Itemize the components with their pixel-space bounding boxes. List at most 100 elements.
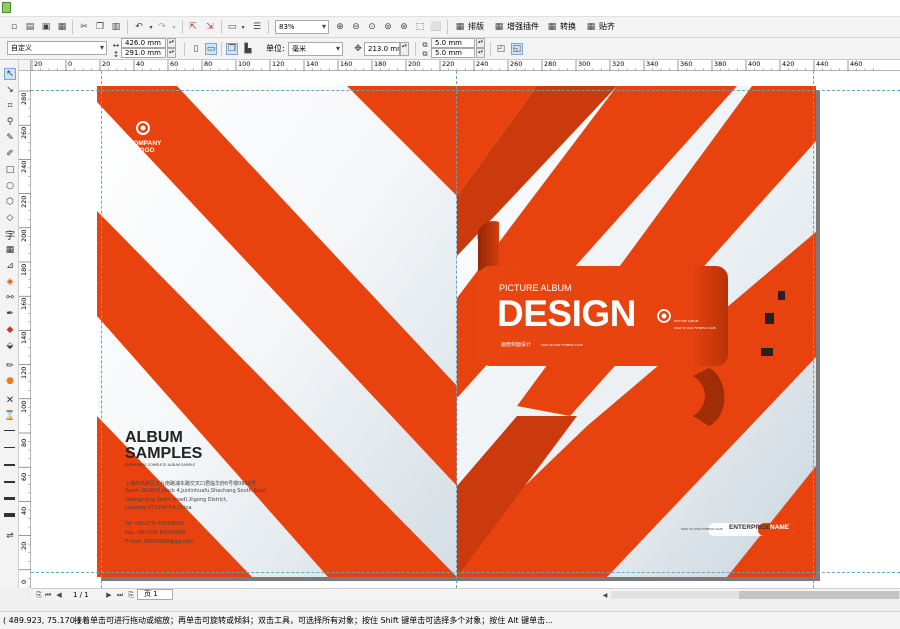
outline-width-2[interactable] xyxy=(4,447,15,448)
outline-pen-tool-icon[interactable]: ✒ xyxy=(4,308,16,320)
v-ruler-label: 80 xyxy=(20,438,28,447)
menu-enhanced-plugins[interactable]: 增强插件 xyxy=(507,20,539,34)
outline-width-1[interactable] xyxy=(4,430,15,431)
launcher-dropdown-icon[interactable]: ▾ xyxy=(237,21,249,33)
fill-tool-icon[interactable]: ◆ xyxy=(4,324,16,336)
scroll-left-icon[interactable]: ◀ xyxy=(599,589,611,601)
table-tool-icon[interactable]: ▦ xyxy=(4,244,16,256)
outline-width-5[interactable] xyxy=(4,497,15,500)
artistic-media-tool-icon[interactable]: ✐ xyxy=(4,148,16,160)
zoom-out-icon[interactable]: ⊖ xyxy=(350,21,362,33)
drawing-canvas[interactable]: COMPANY LOGO PICTURE ALBUM DESIGN 画册封面设计… xyxy=(31,71,900,588)
horizontal-scroll-thumb[interactable] xyxy=(739,591,899,599)
duplicate-y-spinner[interactable]: ▴▾ xyxy=(476,48,485,58)
shape-tool-icon[interactable]: ↘ xyxy=(4,84,16,96)
page-tab[interactable]: 页 1 xyxy=(137,589,173,600)
page-height-field[interactable]: 291.0 mm xyxy=(121,48,166,58)
h-ruler-label: 300 xyxy=(578,60,591,68)
zoom-level-select[interactable]: 83% xyxy=(275,20,329,34)
color-palette-icon[interactable]: ● xyxy=(4,375,16,387)
guideline-top[interactable] xyxy=(31,90,900,91)
freehand-tool-icon[interactable]: ✎ xyxy=(4,132,16,144)
duplicate-x-spinner[interactable]: ▴▾ xyxy=(476,38,485,48)
new-document-icon[interactable]: ▫ xyxy=(8,21,20,33)
zoom-width-icon[interactable]: ⬚ xyxy=(414,21,426,33)
v-ruler-label: 160 xyxy=(20,297,28,311)
toolbox: ↖ ↘ ⌗ ⚲ ✎ ✐ □ ○ ⬡ ◇ 字 ▦ ⊿ ◈ ⚯ ✒ ◆ ⬙ ✏ ● … xyxy=(0,60,19,588)
redo-icon[interactable]: ↷ xyxy=(156,21,168,33)
eyedropper-tool-icon[interactable]: ⚯ xyxy=(4,292,16,304)
paste-icon[interactable]: ▥ xyxy=(110,21,122,33)
nudge-spinner[interactable]: ▴▾ xyxy=(400,42,409,56)
hairline-icon[interactable]: ⌛ xyxy=(4,410,16,422)
horizontal-ruler[interactable]: 20 0 20 40 60 80 100 120 140 160 180 200 220 240 260 28… xyxy=(31,60,900,71)
snap-guides-icon[interactable]: ◱ xyxy=(511,43,523,55)
h-ruler-label: 400 xyxy=(748,60,761,68)
zoom-all-icon[interactable]: ⊚ xyxy=(382,21,394,33)
options-icon[interactable]: ☰ xyxy=(251,21,263,33)
zoom-page-icon[interactable]: ⊛ xyxy=(398,21,410,33)
horizontal-scrollbar[interactable] xyxy=(611,591,900,599)
ellipse-tool-icon[interactable]: ○ xyxy=(4,180,16,192)
menu-layout[interactable]: 排版 xyxy=(468,20,484,34)
dimension-tool-icon[interactable]: ⊿ xyxy=(4,260,16,272)
prev-page-icon[interactable]: ◀ xyxy=(53,589,65,601)
duplicate-x-field[interactable]: 5.0 mm xyxy=(431,38,475,48)
guideline-center[interactable] xyxy=(456,71,457,588)
print-icon[interactable]: ▦ xyxy=(56,21,68,33)
page-height-spinner[interactable]: ▴▾ xyxy=(167,48,176,58)
polygon-tool-icon[interactable]: ⬡ xyxy=(4,196,16,208)
current-page-icon[interactable]: ▙ xyxy=(242,43,254,55)
snap-icon[interactable]: ▦ xyxy=(585,21,597,33)
menu-convert[interactable]: 转换 xyxy=(560,20,576,34)
ruler-corner[interactable] xyxy=(19,60,31,71)
guideline-bottom[interactable] xyxy=(31,572,900,573)
convert-icon[interactable]: ▦ xyxy=(546,21,558,33)
unit-select[interactable]: 毫米 xyxy=(288,42,343,56)
vertical-ruler[interactable]: 280 260 240 220 200 180 160 140 120 100 80 60 40 20 0 xyxy=(19,71,31,588)
zoom-in-icon[interactable]: ⊕ xyxy=(334,21,346,33)
toolbox-options-icon[interactable]: ⇌ xyxy=(4,530,16,542)
portrait-icon[interactable]: ▯ xyxy=(190,43,202,55)
all-pages-icon[interactable]: ❐ xyxy=(226,43,238,55)
crop-tool-icon[interactable]: ⌗ xyxy=(4,100,16,112)
outline-width-6[interactable] xyxy=(4,513,15,517)
import-icon[interactable]: ⇱ xyxy=(187,21,199,33)
layout-icon[interactable]: ▦ xyxy=(454,21,466,33)
zoom-selected-icon[interactable]: ⊙ xyxy=(366,21,378,33)
v-ruler-label: 120 xyxy=(20,366,28,379)
guideline-right[interactable] xyxy=(813,71,814,588)
h-ruler-label: 20 xyxy=(34,60,43,68)
page-preset-select[interactable]: 自定义 xyxy=(7,41,107,55)
no-outline-icon[interactable]: ✕ xyxy=(4,394,16,406)
rectangle-tool-icon[interactable]: □ xyxy=(4,164,16,176)
outline-width-4[interactable] xyxy=(4,481,15,483)
plugin-icon[interactable]: ▦ xyxy=(493,21,505,33)
copy-icon[interactable]: ❐ xyxy=(94,21,106,33)
pencil-icon[interactable]: ✏ xyxy=(4,360,16,372)
interactive-fill-tool-icon[interactable]: ⬙ xyxy=(4,340,16,352)
text-tool-icon[interactable]: 字 xyxy=(4,228,16,242)
open-folder-icon[interactable]: ▤ xyxy=(24,21,36,33)
interactive-blend-tool-icon[interactable]: ◈ xyxy=(4,276,16,288)
undo-icon[interactable]: ↶ xyxy=(133,21,145,33)
zoom-height-icon[interactable]: ⬜ xyxy=(430,21,442,33)
nudge-distance-field[interactable]: 213.0 mm xyxy=(364,42,400,56)
pick-tool-icon[interactable]: ↖ xyxy=(4,68,16,80)
outline-width-3[interactable] xyxy=(4,464,15,466)
basic-shapes-tool-icon[interactable]: ◇ xyxy=(4,212,16,224)
snap-objects-icon[interactable]: ◰ xyxy=(495,43,507,55)
guideline-left[interactable] xyxy=(101,71,102,588)
zoom-tool-icon[interactable]: ⚲ xyxy=(4,116,16,128)
redo-dropdown-icon[interactable]: ▾ xyxy=(168,21,180,33)
add-page-after-icon[interactable]: ⎘ xyxy=(125,589,137,601)
page-width-spinner[interactable]: ▴▾ xyxy=(167,38,176,48)
export-icon[interactable]: ⇲ xyxy=(204,21,216,33)
cut-icon[interactable]: ✂ xyxy=(78,21,90,33)
duplicate-y-field[interactable]: 5.0 mm xyxy=(431,48,475,58)
landscape-icon[interactable]: ▭ xyxy=(205,43,217,55)
page-width-field[interactable]: 426.0 mm xyxy=(121,38,166,48)
h-ruler-label: 40 xyxy=(136,60,145,68)
save-icon[interactable]: ▣ xyxy=(40,21,52,33)
menu-snap[interactable]: 贴齐 xyxy=(599,20,615,34)
